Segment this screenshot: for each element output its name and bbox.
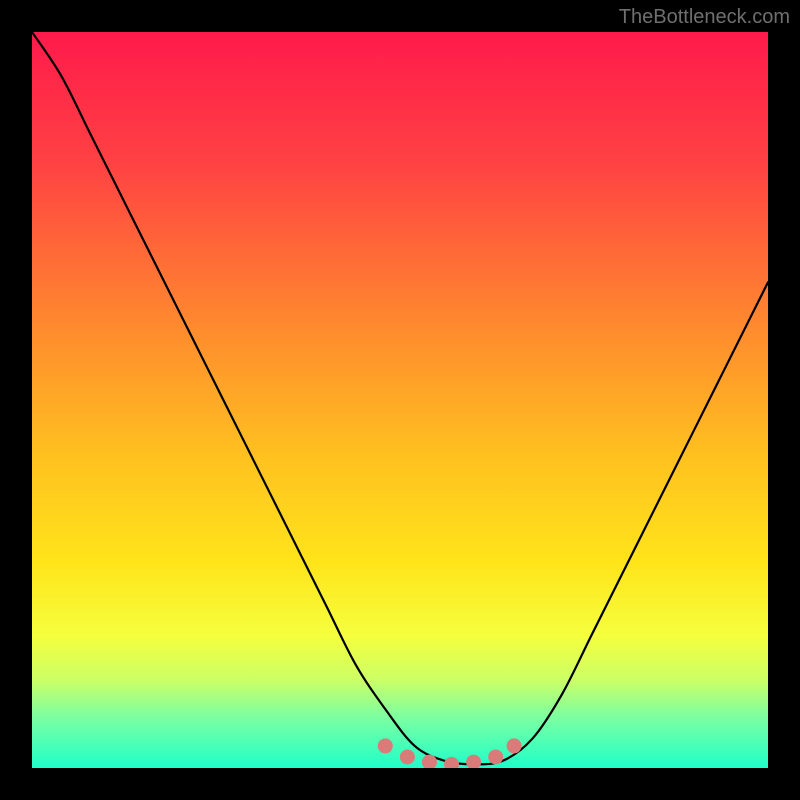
optimal-dot <box>466 755 481 768</box>
chart-frame: TheBottleneck.com <box>0 0 800 800</box>
bottleneck-curve <box>32 32 768 764</box>
optimal-dot <box>400 749 415 764</box>
optimal-dot <box>507 738 522 753</box>
curve-layer <box>32 32 768 768</box>
optimal-range-dots <box>378 738 522 768</box>
plot-area <box>32 32 768 768</box>
optimal-dot <box>378 738 393 753</box>
watermark-text: TheBottleneck.com <box>619 6 790 29</box>
optimal-dot <box>488 749 503 764</box>
optimal-dot <box>444 757 459 768</box>
